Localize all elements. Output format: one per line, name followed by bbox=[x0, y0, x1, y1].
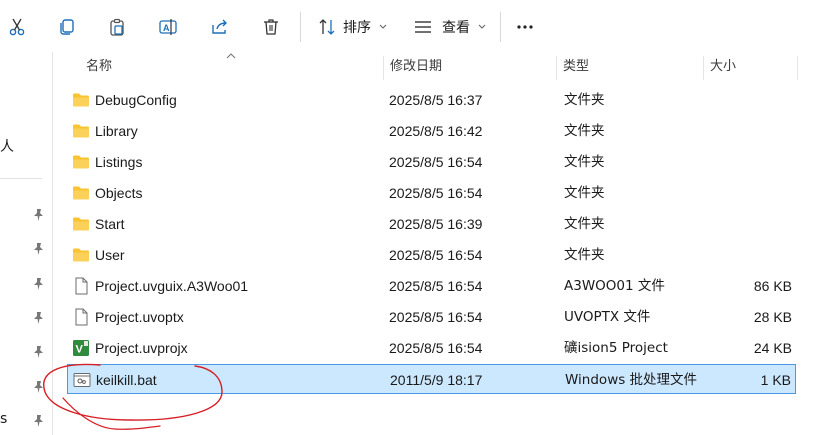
file-type: A3WOO01 文件 bbox=[564, 278, 665, 294]
pin-icon[interactable] bbox=[32, 414, 46, 428]
folder-icon bbox=[72, 185, 90, 201]
pin-icon[interactable] bbox=[32, 380, 46, 394]
copy-button[interactable] bbox=[49, 10, 83, 44]
view-icon bbox=[415, 21, 431, 33]
pin-icon[interactable] bbox=[32, 242, 46, 256]
file-row[interactable]: User 2025/8/5 16:54 文件夹 bbox=[67, 240, 796, 270]
nav-item-label[interactable]: 人 bbox=[0, 136, 14, 156]
file-size: 28 KB bbox=[753, 309, 792, 325]
file-type: 文件夹 bbox=[564, 247, 605, 263]
share-button[interactable] bbox=[203, 10, 237, 44]
pin-icon[interactable] bbox=[32, 208, 46, 222]
column-modified[interactable]: 修改日期 bbox=[383, 52, 557, 82]
file-name: User bbox=[95, 247, 125, 263]
file-row[interactable]: DebugConfig 2025/8/5 16:37 文件夹 bbox=[67, 85, 796, 115]
file-icon bbox=[72, 308, 90, 326]
column-header: 名称 修改日期 类型 大小 bbox=[53, 52, 830, 82]
file-row[interactable]: Listings 2025/8/5 16:54 文件夹 bbox=[67, 147, 796, 177]
delete-button[interactable] bbox=[254, 10, 288, 44]
file-modified: 2025/8/5 16:39 bbox=[389, 216, 483, 232]
file-name: Listings bbox=[95, 154, 143, 170]
column-separator[interactable] bbox=[797, 56, 798, 80]
file-size: 86 KB bbox=[753, 278, 792, 294]
chevron-down-icon bbox=[478, 24, 486, 29]
file-modified: 2025/8/5 16:54 bbox=[389, 247, 483, 263]
file-row[interactable]: Objects 2025/8/5 16:54 文件夹 bbox=[67, 178, 796, 208]
folder-icon bbox=[72, 123, 90, 139]
sort-button[interactable]: 排序 bbox=[312, 10, 394, 44]
folder-icon bbox=[72, 92, 90, 108]
chevron-down-icon bbox=[379, 24, 387, 29]
file-name: keilkill.bat bbox=[96, 372, 157, 388]
file-modified: 2025/8/5 16:54 bbox=[389, 340, 483, 356]
file-modified: 2025/8/5 16:42 bbox=[389, 123, 483, 139]
file-row[interactable]: keilkill.bat 2011/5/9 18:17 Windows 批处理文件 1… bbox=[67, 364, 796, 394]
file-name: Project.uvguix.A3Woo01 bbox=[95, 278, 249, 294]
file-type: 文件夹 bbox=[564, 185, 605, 201]
file-name: Project.uvoptx bbox=[95, 309, 184, 325]
file-modified: 2025/8/5 16:54 bbox=[389, 154, 483, 170]
file-modified: 2025/8/5 16:54 bbox=[389, 185, 483, 201]
file-modified: 2011/5/9 18:17 bbox=[390, 372, 483, 388]
more-options-button[interactable] bbox=[508, 10, 542, 44]
file-modified: 2025/8/5 16:54 bbox=[389, 309, 483, 325]
file-type: 文件夹 bbox=[564, 92, 605, 108]
share-icon bbox=[212, 19, 227, 34]
file-icon bbox=[72, 277, 90, 295]
file-name: Library bbox=[95, 123, 138, 139]
svg-text:V: V bbox=[76, 344, 84, 356]
file-name: Project.uvprojx bbox=[95, 340, 188, 356]
file-name: Objects bbox=[95, 185, 143, 201]
file-modified: 2025/8/5 16:54 bbox=[389, 278, 483, 294]
rename-icon: A bbox=[159, 19, 177, 35]
file-type: UVOPTX 文件 bbox=[564, 309, 651, 325]
svg-text:A: A bbox=[163, 23, 170, 33]
file-name: DebugConfig bbox=[95, 92, 177, 108]
cut-icon bbox=[9, 18, 25, 36]
delete-icon bbox=[264, 19, 278, 35]
folder-icon bbox=[72, 216, 90, 232]
nav-item-label[interactable]: s bbox=[0, 411, 7, 427]
toolbar-separator bbox=[300, 12, 301, 42]
paste-icon bbox=[110, 18, 124, 36]
folder-icon bbox=[72, 247, 90, 263]
file-type: 文件夹 bbox=[564, 154, 605, 170]
file-row[interactable]: V Project.uvprojx 2025/8/5 16:54 礦ision5 Pr… bbox=[67, 333, 796, 363]
file-type: Windows 批处理文件 bbox=[565, 372, 698, 388]
file-row[interactable]: Library 2025/8/5 16:42 文件夹 bbox=[67, 116, 796, 146]
pin-icon[interactable] bbox=[32, 345, 46, 359]
file-type: 礦ision5 Project bbox=[564, 340, 668, 356]
pin-icon[interactable] bbox=[32, 277, 46, 291]
column-type[interactable]: 类型 bbox=[556, 52, 703, 82]
column-size[interactable]: 大小 bbox=[703, 52, 797, 82]
file-row[interactable]: Start 2025/8/5 16:39 文件夹 bbox=[67, 209, 796, 239]
nav-divider bbox=[0, 178, 42, 179]
batch-file-icon bbox=[73, 372, 91, 388]
file-size: 1 KB bbox=[760, 372, 791, 388]
column-name[interactable]: 名称 bbox=[79, 52, 383, 82]
file-type: 文件夹 bbox=[564, 123, 605, 139]
cut-button[interactable] bbox=[0, 10, 34, 44]
file-name: Start bbox=[95, 216, 125, 232]
folder-icon bbox=[72, 154, 90, 170]
file-row[interactable]: Project.uvguix.A3Woo01 2025/8/5 16:54 A3WO… bbox=[67, 271, 796, 301]
file-type: 文件夹 bbox=[564, 216, 605, 232]
sort-icon bbox=[319, 19, 335, 35]
file-row[interactable]: Project.uvoptx 2025/8/5 16:54 UVOPTX 文件 28 … bbox=[67, 302, 796, 332]
toolbar-separator bbox=[500, 12, 501, 42]
file-size: 24 KB bbox=[753, 340, 792, 356]
keil-project-icon: V bbox=[72, 339, 90, 356]
rename-button[interactable]: A bbox=[151, 10, 185, 44]
view-label: 查看 bbox=[442, 20, 470, 36]
command-bar: A 排序 查看 bbox=[0, 0, 830, 53]
paste-button[interactable] bbox=[100, 10, 134, 44]
sort-label: 排序 bbox=[343, 20, 371, 36]
view-button[interactable]: 查看 bbox=[407, 10, 495, 44]
file-modified: 2025/8/5 16:37 bbox=[389, 92, 483, 108]
copy-icon bbox=[60, 19, 74, 35]
more-icon bbox=[517, 25, 533, 29]
pin-icon[interactable] bbox=[32, 311, 46, 325]
